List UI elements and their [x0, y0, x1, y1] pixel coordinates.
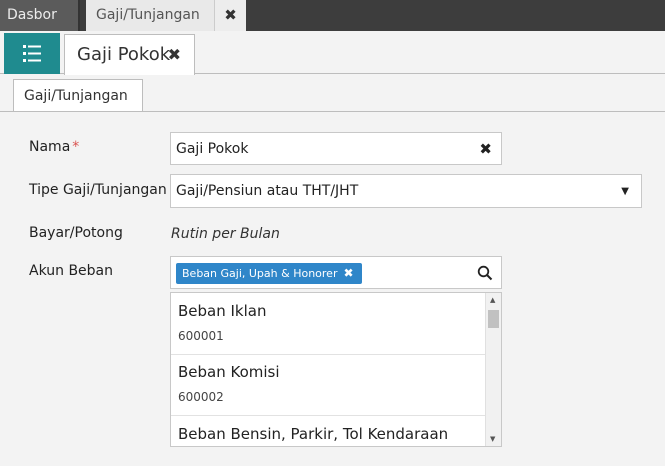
option-name: Beban Bensin, Parkir, Tol Kendaraan [178, 425, 449, 443]
list-icon [23, 45, 41, 62]
nama-input[interactable]: Gaji Pokok ✖ [170, 132, 502, 165]
content-area: Gaji/Tunjangan Nama * Gaji Pokok ✖ Tipe G… [0, 75, 665, 466]
required-mark: * [72, 139, 80, 155]
nama-value: Gaji Pokok [176, 141, 249, 157]
nama-label: Nama * [29, 139, 80, 155]
tab-gaji-tunjangan[interactable]: Gaji/Tunjangan [86, 0, 215, 31]
document-tab-label: Gaji Pokok [77, 44, 171, 65]
selected-account-chip[interactable]: Beban Gaji, Upah & Honorer ✖ [176, 263, 362, 284]
tipe-label: Tipe Gaji/Tunjangan [29, 182, 167, 198]
list-item[interactable]: Beban Bensin, Parkir, Tol Kendaraan [171, 416, 486, 446]
option-name: Beban Komisi [178, 363, 280, 381]
list-item[interactable]: Beban Komisi 600002 [171, 355, 486, 416]
tab-gaji-tunjangan-form[interactable]: Gaji/Tunjangan [13, 79, 143, 112]
list-item[interactable]: Beban Iklan 600001 [171, 293, 486, 355]
tab-dasbor[interactable]: Dasbor [0, 0, 80, 31]
dropdown-arrow-icon[interactable]: ▼ [621, 175, 629, 208]
search-icon[interactable] [477, 265, 493, 281]
document-tab-gaji-pokok[interactable]: Gaji Pokok ✖ [64, 34, 195, 75]
scrollbar[interactable]: ▲ ▼ [485, 293, 501, 446]
close-tab-icon[interactable]: ✖ [215, 0, 246, 31]
option-code: 600002 [178, 390, 224, 404]
scroll-down-icon[interactable]: ▼ [490, 435, 495, 443]
akun-beban-input[interactable]: Beban Gaji, Upah & Honorer ✖ [170, 256, 502, 289]
tipe-value: Gaji/Pensiun atau THT/JHT [176, 183, 359, 199]
bayar-label: Bayar/Potong [29, 225, 123, 241]
option-name: Beban Iklan [178, 302, 267, 320]
account-dropdown-list: Beban Iklan 600001 Beban Komisi 600002 B… [170, 292, 502, 447]
bayar-value: Rutin per Bulan [171, 226, 280, 242]
tipe-select[interactable]: Gaji/Pensiun atau THT/JHT ▼ [170, 174, 642, 208]
document-bar: Gaji Pokok ✖ [0, 31, 665, 75]
remove-chip-icon[interactable]: ✖ [343, 266, 353, 280]
top-tab-bar: Dasbor Gaji/Tunjangan ✖ [0, 0, 665, 31]
clear-icon[interactable]: ✖ [479, 133, 492, 165]
chip-label: Beban Gaji, Upah & Honorer [182, 267, 338, 280]
option-code: 600001 [178, 329, 224, 343]
menu-button[interactable] [4, 33, 60, 74]
scrollbar-thumb[interactable] [488, 310, 499, 328]
akun-label: Akun Beban [29, 263, 114, 279]
close-document-icon[interactable]: ✖ [168, 35, 181, 75]
form-panel: Nama * Gaji Pokok ✖ Tipe Gaji/Tunjangan G… [10, 112, 665, 466]
scroll-up-icon[interactable]: ▲ [490, 296, 495, 304]
